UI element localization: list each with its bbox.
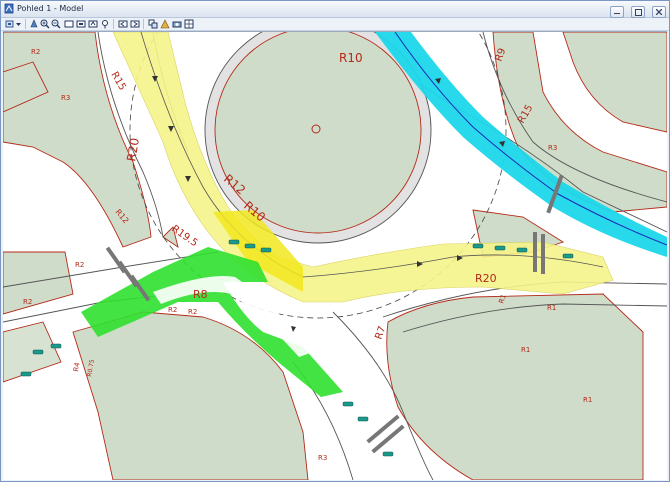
pan-icon[interactable] xyxy=(100,19,110,29)
next-view-icon[interactable] xyxy=(130,19,140,29)
label-r8: R8 xyxy=(193,288,208,301)
label-r1-c: R1 xyxy=(583,396,592,404)
dropdown-icon[interactable] xyxy=(15,19,22,29)
update-icon[interactable] xyxy=(29,19,39,29)
label-r2-a: R2 xyxy=(31,48,40,56)
label-r3-c: R3 xyxy=(548,144,557,152)
label-r2-d: R2 xyxy=(168,306,177,314)
zoom-out-icon[interactable] xyxy=(51,19,61,29)
window-title: Pohled 1 - Model xyxy=(17,4,84,13)
label-r2-e: R2 xyxy=(188,308,197,316)
fit-view-icon[interactable] xyxy=(76,19,86,29)
close-icon xyxy=(656,9,662,15)
window-area-icon[interactable] xyxy=(64,19,74,29)
label-r7: R7 xyxy=(373,325,388,341)
drawing-canvas[interactable]: R10 R10 R12 R20 R20 R15 R15 R9 R8 R7 R19… xyxy=(3,31,667,480)
label-r4: R4 xyxy=(72,361,82,372)
label-r20-right: R20 xyxy=(475,272,497,285)
maximize-icon xyxy=(634,9,642,16)
view-attributes-icon[interactable] xyxy=(5,19,15,29)
minimize-button[interactable] xyxy=(609,6,624,18)
rotate-icon[interactable] xyxy=(88,19,98,29)
previous-view-icon[interactable] xyxy=(118,19,128,29)
view-toggle-icon[interactable] xyxy=(184,19,194,29)
view-display-icon[interactable] xyxy=(160,19,170,29)
minimize-icon xyxy=(613,13,620,14)
zoom-in-icon[interactable] xyxy=(40,19,50,29)
copy-view-icon[interactable] xyxy=(148,19,158,29)
label-r10-center: R10 xyxy=(339,51,363,65)
label-r3-b: R3 xyxy=(318,454,327,462)
app-window: Pohled 1 - Model R10 R10 R12 R20 R20 R15… xyxy=(0,0,670,482)
label-r2-c: R2 xyxy=(75,261,84,269)
title-bar[interactable]: Pohled 1 - Model xyxy=(1,1,669,18)
camera-icon[interactable] xyxy=(172,19,182,29)
label-r1-a: R1 xyxy=(547,304,556,312)
maximize-button[interactable] xyxy=(630,6,645,18)
app-icon xyxy=(4,3,14,14)
view-toolbar xyxy=(1,18,669,31)
close-button[interactable] xyxy=(652,6,666,18)
label-r20-left: R20 xyxy=(124,137,142,163)
label-r1-b: R1 xyxy=(521,346,530,354)
label-r15-top: R15 xyxy=(108,70,127,93)
label-r3-a: R3 xyxy=(61,94,70,102)
cad-drawing[interactable]: R10 R10 R12 R20 R20 R15 R15 R9 R8 R7 R19… xyxy=(3,32,667,480)
label-r2-b: R2 xyxy=(23,298,32,306)
